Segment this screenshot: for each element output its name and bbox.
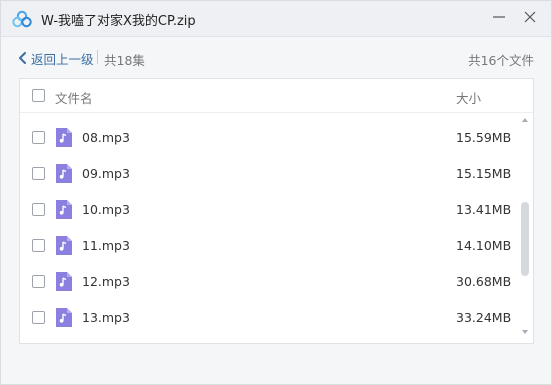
file-name: 08.mp3 [82, 130, 130, 145]
row-checkbox[interactable] [32, 131, 45, 144]
file-size: 13.41MB [456, 202, 512, 217]
row-checkbox[interactable] [32, 239, 45, 252]
vertical-scrollbar[interactable] [520, 116, 530, 342]
file-list-panel: 文件名 大小 08.mp3 15.59MB 09.mp3 15.15MB 10.… [19, 78, 534, 344]
archive-viewer-window: W-我嗑了对家X我的CP.zip 返回上一级 共18集 共16个文件 文件名 大… [0, 0, 552, 385]
file-size: 14.10MB [456, 238, 512, 253]
audio-file-icon [56, 200, 72, 219]
table-row[interactable]: 08.mp3 15.59MB [20, 120, 515, 156]
window-title: W-我嗑了对家X我的CP.zip [41, 14, 196, 29]
file-name: 13.mp3 [82, 310, 130, 325]
column-header-size: 大小 [456, 91, 482, 106]
breadcrumb: 返回上一级 共18集 共16个文件 [1, 45, 551, 71]
audio-file-icon [56, 272, 72, 291]
row-checkbox[interactable] [32, 275, 45, 288]
file-size: 15.15MB [456, 166, 512, 181]
file-name: 09.mp3 [82, 166, 130, 181]
title-bar: W-我嗑了对家X我的CP.zip [1, 1, 551, 37]
file-size: 30.68MB [456, 274, 512, 289]
table-row[interactable]: 13.mp3 33.24MB [20, 300, 515, 336]
row-checkbox[interactable] [32, 203, 45, 216]
table-row[interactable]: 10.mp3 13.41MB [20, 192, 515, 228]
back-label: 返回上一级 [31, 51, 94, 67]
table-row[interactable]: 11.mp3 14.10MB [20, 228, 515, 264]
audio-file-icon [56, 164, 72, 183]
scroll-down-arrow-icon[interactable] [521, 328, 529, 336]
table-header: 文件名 大小 [20, 79, 533, 113]
row-checkbox[interactable] [32, 311, 45, 324]
audio-file-icon [56, 236, 72, 255]
episode-count: 共18集 [104, 53, 145, 68]
breadcrumb-divider [97, 50, 98, 64]
audio-file-icon [56, 128, 72, 147]
close-icon[interactable] [519, 6, 541, 28]
minimize-icon[interactable] [488, 6, 510, 28]
column-header-name: 文件名 [55, 91, 93, 106]
table-row[interactable]: 09.mp3 15.15MB [20, 156, 515, 192]
file-size: 33.24MB [456, 310, 512, 325]
audio-file-icon [56, 308, 72, 327]
total-file-count: 共16个文件 [468, 53, 534, 68]
row-checkbox[interactable] [32, 167, 45, 180]
file-size: 15.59MB [456, 130, 512, 145]
file-name: 10.mp3 [82, 202, 130, 217]
file-name: 12.mp3 [82, 274, 130, 289]
file-name: 11.mp3 [82, 238, 130, 253]
select-all-checkbox[interactable] [32, 89, 45, 102]
scrollbar-thumb[interactable] [521, 202, 529, 276]
cloud-logo-icon [12, 10, 32, 28]
back-button[interactable]: 返回上一级 [18, 48, 94, 68]
chevron-left-icon [19, 52, 26, 64]
scroll-up-arrow-icon[interactable] [521, 116, 529, 124]
table-row[interactable]: 12.mp3 30.68MB [20, 264, 515, 300]
